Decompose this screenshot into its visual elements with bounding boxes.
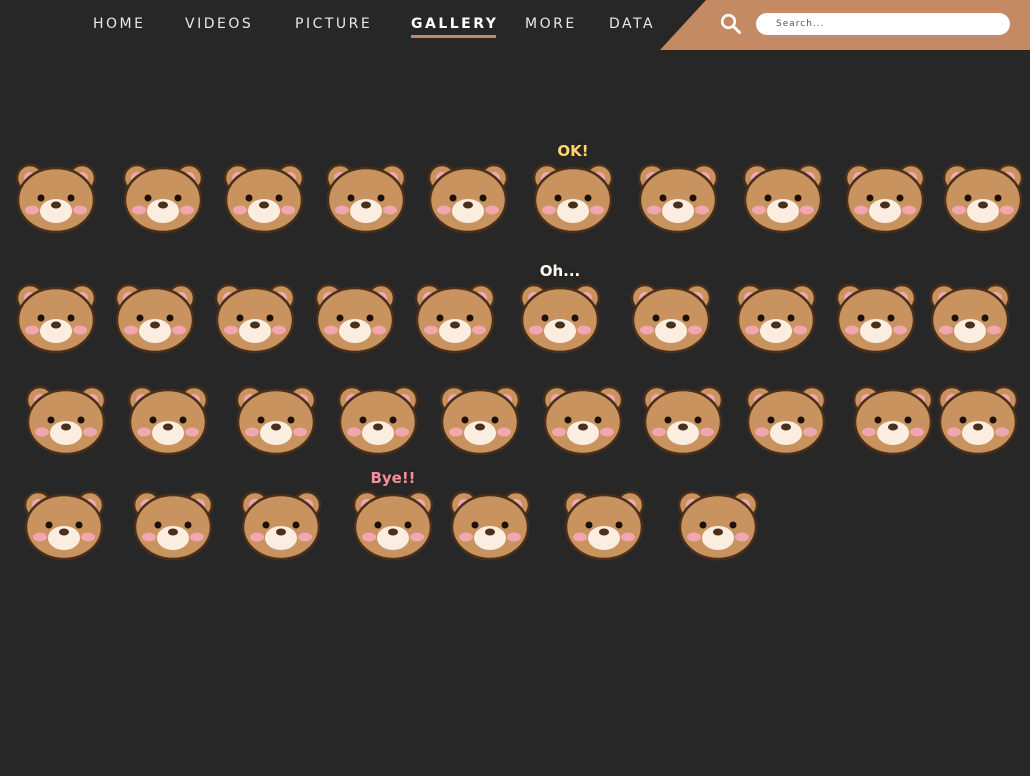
sticker-bear-sweat[interactable] [828,268,924,364]
sticker-bear-bye[interactable]: Bye!! [345,469,441,571]
bear-paws-icon [240,490,322,561]
balloons-icon [677,490,759,561]
bear-peek-left-icon [449,490,531,561]
sticker-caption: Bye!! [370,469,416,487]
bear-thinking-icon [325,163,407,234]
bear-pink-bow-icon [844,163,926,234]
sticker-bear-shell[interactable] [16,475,112,571]
sticker-bear-crying[interactable] [407,268,503,364]
bear-bathtub-icon [745,385,827,456]
sun-bear-icon [937,385,1019,456]
bear-surprised-icon [223,163,305,234]
bear-shadow-icon [132,490,214,561]
sticker-bear-bathtub[interactable] [738,370,834,466]
bear-lying-icon [439,385,521,456]
sticker-bear-thinking[interactable] [318,148,414,244]
sticker-bear-whistle[interactable] [728,268,824,364]
bear-bottle-icon [542,385,624,456]
airplane-icon [127,385,209,456]
bear-dizzy-icon [314,283,396,354]
bear-glasses-icon [235,385,317,456]
sticker-bear-bottle[interactable] [535,370,631,466]
sticker-bear-peek-left[interactable] [442,475,538,571]
bear-giggling-icon [122,163,204,234]
sticker-balloons[interactable] [670,475,766,571]
heart-bubble-icon [942,163,1024,234]
bear-shell-icon [23,490,105,561]
sticker-umbrella-rain[interactable] [845,370,941,466]
sticker-bear-dizzy[interactable] [307,268,403,364]
sticker-bear-lying[interactable] [432,370,528,466]
bear-crying-icon [414,283,496,354]
sticker-bear-train[interactable] [18,370,114,466]
sticker-bear-pompoms[interactable] [420,148,516,244]
bear-bowtie-icon [742,163,824,234]
sticker-bear-face-mask[interactable] [635,370,731,466]
bear-train-icon [25,385,107,456]
bear-whistle-icon [735,283,817,354]
bear-cheering-icon [15,163,97,234]
sticker-bear-cheering[interactable] [8,148,104,244]
sticker-bear-driving[interactable] [922,268,1018,364]
sticker-bear-bowtie[interactable] [735,148,831,244]
bear-devil-icon [630,283,712,354]
bear-gloomy-icon [114,283,196,354]
sticker-bear-gloomy[interactable] [107,268,203,364]
sticker-caption: OK! [557,142,589,160]
sticker-bear-giggling[interactable] [115,148,211,244]
sticker-gallery: OK! Oh... Bye!! [0,0,1030,776]
sticker-bear-dark[interactable] [207,268,303,364]
sticker-airplane[interactable] [120,370,216,466]
bear-sweat-icon [835,283,917,354]
sticker-caption: Oh... [539,262,581,280]
sticker-bear-peek-right[interactable] [556,475,652,571]
sticker-heart-bubble[interactable] [935,148,1030,244]
sticker-bear-glasses[interactable] [228,370,324,466]
bear-peek-right-icon [563,490,645,561]
bear-camera-icon [337,385,419,456]
bear-teary-icon [15,283,97,354]
sticker-sun-bear[interactable] [930,370,1026,466]
bear-pompoms-icon [427,163,509,234]
sticker-bear-paws[interactable] [233,475,329,571]
bear-hiding-face-icon [637,163,719,234]
umbrella-rain-icon [852,385,934,456]
bear-bye-icon [352,490,434,561]
sticker-bear-oh[interactable]: Oh... [512,262,608,364]
bear-dark-icon [214,283,296,354]
bear-face-mask-icon [642,385,724,456]
bear-oh-icon [519,283,601,354]
bear-driving-icon [929,283,1011,354]
sticker-bear-teary[interactable] [8,268,104,364]
sticker-bear-devil[interactable] [623,268,719,364]
sticker-bear-hiding-face[interactable] [630,148,726,244]
sticker-bear-pink-bow[interactable] [837,148,933,244]
sticker-bear-ok[interactable]: OK! [525,142,621,244]
sticker-bear-surprised[interactable] [216,148,312,244]
sticker-bear-shadow[interactable] [125,475,221,571]
sticker-bear-camera[interactable] [330,370,426,466]
bear-ok-icon [532,163,614,234]
